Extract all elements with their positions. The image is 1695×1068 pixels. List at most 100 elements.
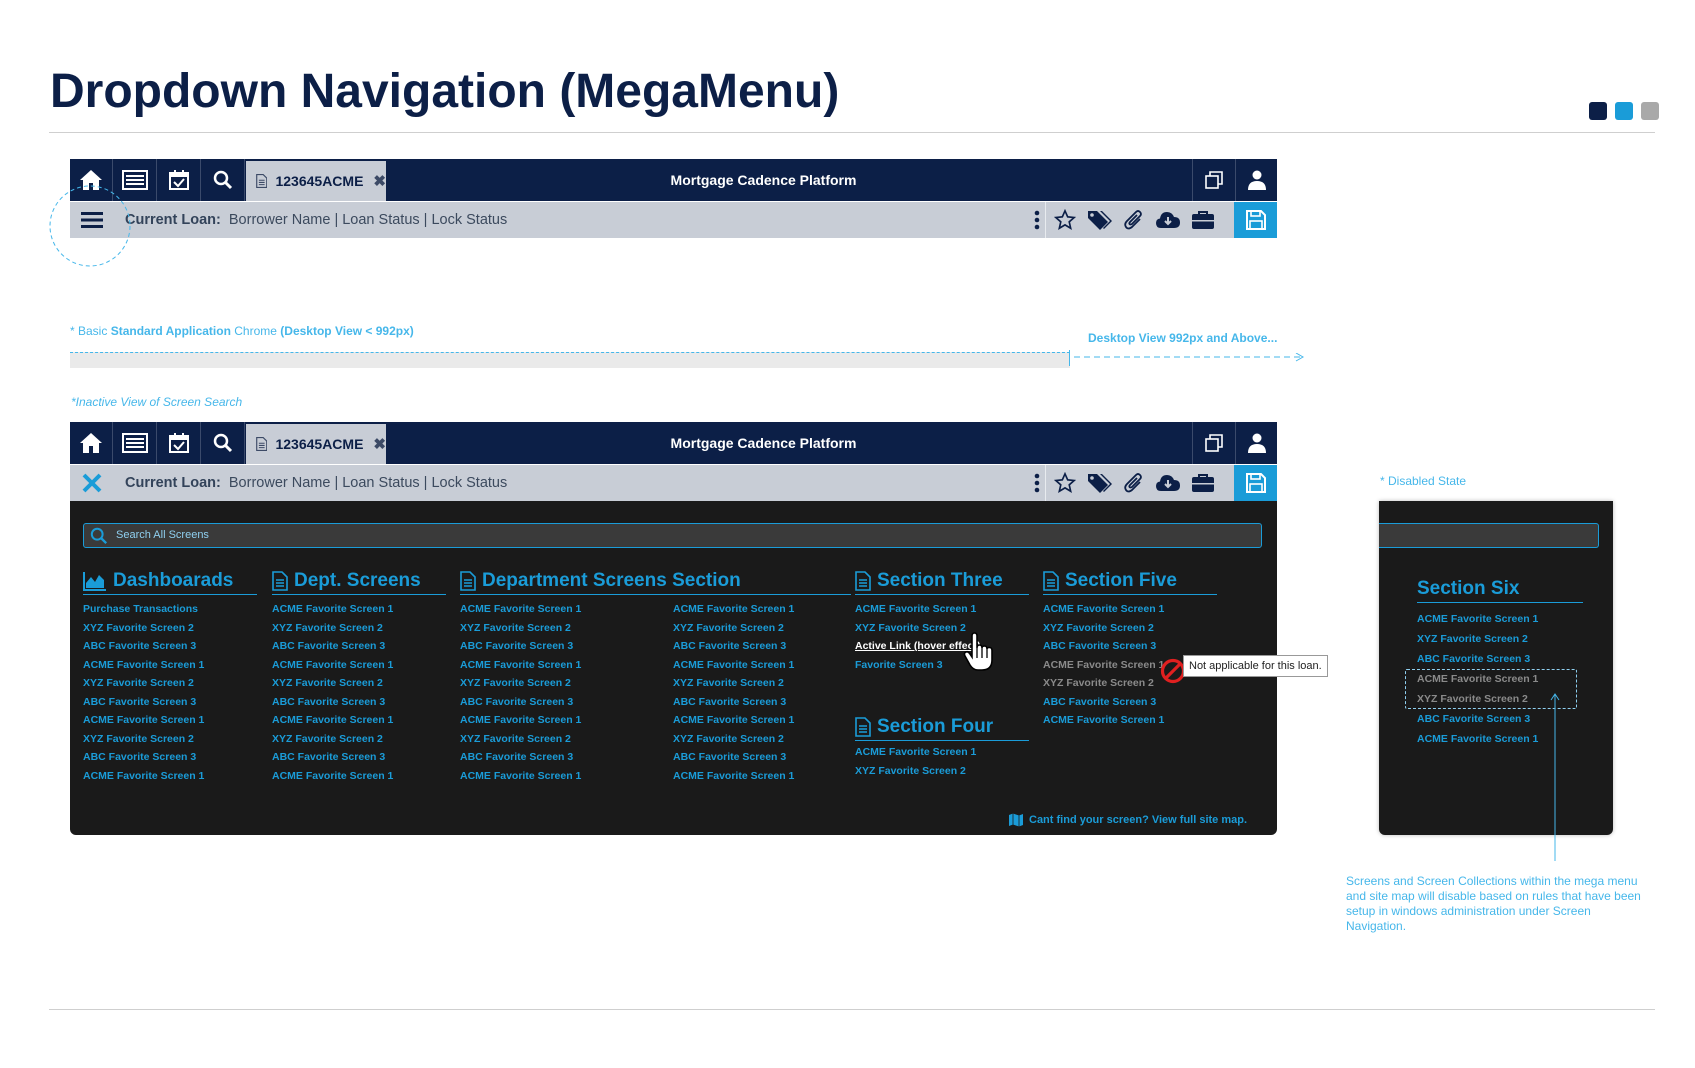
menu-link[interactable]: ACME Favorite Screen 1 (460, 656, 581, 675)
menu-link[interactable]: ACME Favorite Screen 1 (272, 711, 446, 730)
menu-link[interactable]: ACME Favorite Screen 1 (460, 767, 581, 786)
calendar-button[interactable] (158, 422, 201, 464)
menu-link[interactable]: ACME Favorite Screen 1 (272, 767, 446, 786)
briefcase-button[interactable] (1185, 465, 1221, 501)
menu-link[interactable]: XYZ Favorite Screen 2 (83, 730, 257, 749)
menu-link[interactable]: XYZ Favorite Screen 2 (460, 674, 581, 693)
menu-link[interactable]: ABC Favorite Screen 3 (83, 748, 257, 767)
more-options-button[interactable] (1028, 465, 1046, 501)
home-button[interactable] (70, 422, 113, 464)
calendar-button[interactable] (158, 159, 201, 201)
menu-link[interactable]: XYZ Favorite Screen 2 (855, 619, 1029, 638)
attach-button[interactable] (1116, 465, 1152, 501)
column-heading[interactable]: Department Screens Section (460, 567, 851, 595)
menu-link[interactable]: ABC Favorite Screen 3 (1043, 637, 1217, 656)
menu-link[interactable]: ACME Favorite Screen 1 (272, 656, 446, 675)
download-button[interactable] (1150, 202, 1186, 238)
menu-link-active-hover[interactable]: Active Link (hover effect) (855, 637, 1029, 656)
menu-link[interactable]: ACME Favorite Screen 1 (83, 711, 257, 730)
attach-button[interactable] (1116, 202, 1152, 238)
menu-link[interactable]: ACME Favorite Screen 1 (673, 711, 794, 730)
menu-column-section-three: Section Three ACME Favorite Screen 1 XYZ… (855, 567, 1029, 674)
menu-link[interactable]: ACME Favorite Screen 1 (855, 743, 1029, 762)
menu-close-button[interactable] (74, 465, 110, 501)
site-map-link[interactable]: Cant find your screen? View full site ma… (1008, 813, 1247, 827)
tags-button[interactable] (1082, 202, 1118, 238)
more-options-button[interactable] (1028, 202, 1046, 238)
user-button[interactable] (1235, 422, 1278, 464)
menu-link[interactable]: ACME Favorite Screen 1 (83, 656, 257, 675)
menu-link[interactable]: XYZ Favorite Screen 2 (272, 730, 446, 749)
column-heading[interactable]: Section Four (855, 713, 1029, 741)
menu-link[interactable]: XYZ Favorite Screen 2 (460, 619, 581, 638)
briefcase-button[interactable] (1185, 202, 1221, 238)
menu-link[interactable]: ABC Favorite Screen 3 (272, 748, 446, 767)
menu-link[interactable]: ABC Favorite Screen 3 (460, 637, 581, 656)
loan-tab[interactable]: 123645ACME ✖ (246, 161, 386, 201)
menu-link[interactable]: ABC Favorite Screen 3 (673, 637, 794, 656)
favorite-button[interactable] (1047, 202, 1083, 238)
save-button[interactable] (1234, 202, 1277, 238)
menu-link[interactable]: XYZ Favorite Screen 2 (83, 674, 257, 693)
menu-link[interactable]: ABC Favorite Screen 3 (272, 693, 446, 712)
save-icon (1245, 210, 1266, 230)
column-heading[interactable]: Dept. Screens (272, 567, 446, 595)
menu-link[interactable]: ACME Favorite Screen 1 (460, 711, 581, 730)
menu-link[interactable]: Favorite Screen 3 (855, 656, 1029, 675)
user-button[interactable] (1235, 159, 1278, 201)
menu-link[interactable]: XYZ Favorite Screen 2 (83, 619, 257, 638)
column-heading[interactable]: Section Five (1043, 567, 1217, 595)
menu-link[interactable]: XYZ Favorite Screen 2 (272, 619, 446, 638)
menu-link[interactable]: ABC Favorite Screen 3 (1043, 693, 1217, 712)
menu-link[interactable]: XYZ Favorite Screen 2 (855, 762, 1029, 781)
list-button[interactable] (114, 422, 157, 464)
current-loan-label: Current Loan: (125, 212, 221, 228)
menu-link[interactable]: ABC Favorite Screen 3 (1417, 649, 1583, 669)
menu-link[interactable]: ACME Favorite Screen 1 (673, 767, 794, 786)
download-button[interactable] (1150, 465, 1186, 501)
menu-link[interactable]: XYZ Favorite Screen 2 (673, 730, 794, 749)
menu-link[interactable]: ACME Favorite Screen 1 (673, 656, 794, 675)
menu-link[interactable]: ACME Favorite Screen 1 (1043, 600, 1217, 619)
menu-link[interactable]: ABC Favorite Screen 3 (83, 637, 257, 656)
menu-link[interactable]: ACME Favorite Screen 1 (1417, 609, 1583, 629)
tags-icon (1088, 474, 1112, 493)
search-placeholder: Search All Screens (116, 529, 209, 541)
menu-link[interactable]: XYZ Favorite Screen 2 (673, 674, 794, 693)
menu-link[interactable]: XYZ Favorite Screen 2 (272, 674, 446, 693)
save-button[interactable] (1234, 465, 1277, 501)
menu-link[interactable]: ACME Favorite Screen 1 (1043, 711, 1217, 730)
menu-link[interactable]: ABC Favorite Screen 3 (460, 693, 581, 712)
app-chrome-basic: 123645ACME ✖ Mortgage Cadence Platform C… (70, 159, 1277, 238)
column-heading[interactable]: Dashboarads (83, 567, 257, 595)
menu-link[interactable]: ACME Favorite Screen 1 (855, 600, 1029, 619)
favorite-button[interactable] (1047, 465, 1083, 501)
menu-link[interactable]: ACME Favorite Screen 1 (83, 767, 257, 786)
menu-link[interactable]: ABC Favorite Screen 3 (673, 693, 794, 712)
menu-link[interactable]: XYZ Favorite Screen 2 (1043, 619, 1217, 638)
column-heading[interactable]: Section Six (1417, 575, 1583, 603)
menu-link[interactable]: Purchase Transactions (83, 600, 257, 619)
menu-link[interactable]: ABC Favorite Screen 3 (460, 748, 581, 767)
menu-link[interactable]: XYZ Favorite Screen 2 (673, 619, 794, 638)
search-button[interactable] (202, 422, 245, 464)
tab-label: 123645ACME (275, 173, 364, 189)
menu-link[interactable]: ACME Favorite Screen 1 (460, 600, 581, 619)
menu-link[interactable]: XYZ Favorite Screen 2 (460, 730, 581, 749)
copy-window-button[interactable] (1192, 422, 1235, 464)
column-heading[interactable]: Section Three (855, 567, 1029, 595)
close-icon[interactable]: ✖ (373, 435, 386, 453)
menu-link[interactable]: ACME Favorite Screen 1 (673, 600, 794, 619)
search-button[interactable] (202, 159, 245, 201)
search-input[interactable] (1379, 523, 1599, 548)
tags-button[interactable] (1082, 465, 1118, 501)
menu-link[interactable]: ABC Favorite Screen 3 (272, 637, 446, 656)
search-input[interactable]: Search All Screens (83, 523, 1262, 548)
close-icon[interactable]: ✖ (373, 172, 386, 190)
loan-tab[interactable]: 123645ACME ✖ (246, 424, 386, 464)
menu-link[interactable]: ABC Favorite Screen 3 (673, 748, 794, 767)
menu-link[interactable]: ACME Favorite Screen 1 (272, 600, 446, 619)
menu-link[interactable]: XYZ Favorite Screen 2 (1417, 629, 1583, 649)
menu-link[interactable]: ABC Favorite Screen 3 (83, 693, 257, 712)
copy-window-button[interactable] (1192, 159, 1235, 201)
